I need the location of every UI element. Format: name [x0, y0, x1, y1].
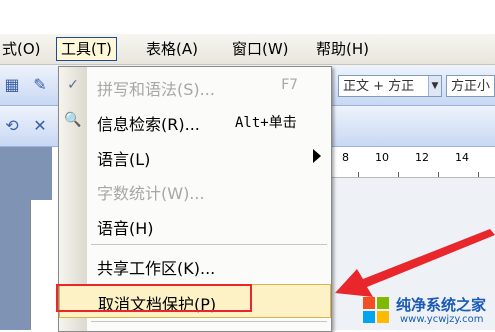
menu-item-label: 拼写和语法(S)... [97, 80, 215, 99]
ruler-tick [478, 172, 479, 177]
clear-format-icon[interactable]: ✕ [30, 116, 50, 136]
ruler-tick [358, 172, 359, 177]
chevron-down-icon[interactable]: ▼ [428, 76, 441, 96]
highlight-box [56, 284, 252, 312]
menu-item-label: 语音(H) [97, 219, 154, 238]
menu-bar: 式(O) 工具(T) 表格(A) 窗口(W) 帮助(H) [0, 34, 495, 65]
watermark: 纯净系统之家 www.ycwjzy.com [360, 292, 495, 330]
menu-format[interactable]: 式(O) [0, 38, 45, 60]
menu-item-shared-workspace[interactable]: 共享工作区(K)... [59, 248, 331, 282]
menu-table[interactable]: 表格(A) [142, 38, 202, 60]
windows-logo-icon [363, 297, 389, 323]
menu-item-shortcut: Alt+单击 [235, 115, 297, 131]
font-combo[interactable]: 方正小 [446, 75, 495, 97]
menu-item-label: 字数统计(W)... [97, 184, 205, 203]
menu-separator [91, 321, 327, 322]
spellcheck-icon: ✓ [67, 77, 79, 93]
ruler-tick [438, 172, 439, 177]
menu-item-spelling-grammar[interactable]: ✓ 拼写和语法(S)... F7 [59, 69, 331, 103]
menu-item-shortcut: F7 [281, 77, 298, 93]
menu-item-label: 语言(L) [97, 150, 151, 169]
menu-tools[interactable]: 工具(T) [56, 37, 117, 61]
rotate-icon[interactable]: ⟲ [2, 116, 22, 136]
format-painter-icon[interactable]: ✎ [30, 75, 50, 95]
ruler-tick [398, 172, 399, 177]
style-combo[interactable]: 正文 + 方正 ▼ [338, 75, 442, 97]
menu-help[interactable]: 帮助(H) [312, 38, 373, 60]
menu-item-language[interactable]: 语言(L) [59, 139, 331, 173]
arrow-shape [335, 229, 495, 297]
horizontal-ruler: 8 10 12 14 [330, 147, 495, 178]
ruler-label: 14 [455, 151, 469, 164]
submenu-arrow-icon [313, 149, 321, 163]
style-combo-value: 正文 + 方正 [343, 79, 415, 94]
watermark-title: 纯净系统之家 [396, 296, 487, 314]
font-combo-value: 方正小 [451, 79, 491, 94]
menu-item-word-count[interactable]: 字数统计(W)... [59, 173, 331, 207]
menu-separator [91, 244, 327, 245]
ruler-label: 12 [415, 151, 429, 164]
research-icon: 🔍 [64, 112, 82, 128]
menu-window[interactable]: 窗口(W) [228, 38, 293, 60]
paste-icon[interactable]: ▦ [2, 75, 22, 95]
menu-item-label: 信息检索(R)... [97, 115, 200, 134]
menu-item-label: 共享工作区(K)... [97, 259, 216, 278]
document-page-edge [30, 200, 53, 330]
ruler-label: 8 [342, 151, 349, 164]
menu-item-research[interactable]: 🔍 信息检索(R)... Alt+单击 [59, 104, 331, 138]
menu-item-speech[interactable]: 语音(H) [59, 208, 331, 242]
watermark-url: www.ycwjzy.com [400, 314, 484, 325]
ruler-label: 10 [375, 151, 389, 164]
